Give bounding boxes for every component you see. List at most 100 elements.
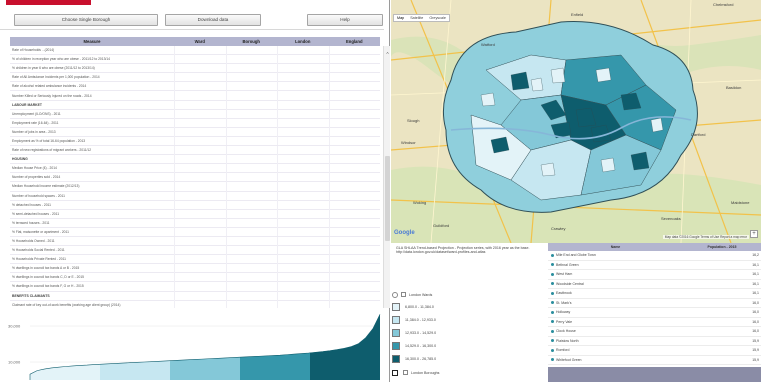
value-cell: [277, 281, 329, 291]
col-measure[interactable]: Measure: [10, 37, 174, 46]
value-cell: [225, 118, 278, 128]
ward-name: Mile End and Globe Town: [556, 253, 596, 258]
legend-wards-toggle[interactable]: London Wards: [392, 290, 432, 299]
section-label: LABOUR MARKET: [12, 102, 42, 107]
value-cell: [277, 127, 329, 137]
table-scrollbar[interactable]: ^: [383, 46, 390, 308]
value-cell: [174, 46, 226, 55]
value-cell: [225, 227, 278, 237]
legend-boroughs-label: London Boroughs: [411, 370, 440, 375]
value-cell: [225, 263, 278, 273]
value-cell: [328, 54, 381, 64]
map-credit[interactable]: Map data ©2016 Google Terms of Use Repor…: [662, 235, 749, 239]
help-button[interactable]: Help: [307, 14, 383, 26]
value-cell: [225, 236, 278, 246]
value-cell: [328, 227, 381, 237]
value-cell: [277, 236, 329, 246]
value-cell: [277, 145, 329, 155]
checkbox-icon[interactable]: [401, 292, 406, 297]
population-row[interactable]: Holloway 16,0: [548, 308, 761, 318]
legend-range-label: 12,933.0 - 14,529.0: [405, 330, 437, 335]
value-cell: [277, 227, 329, 237]
col-ward[interactable]: Ward: [174, 37, 226, 46]
population-value: 16,2: [752, 253, 759, 258]
population-row[interactable]: Mile End and Globe Town 16,2: [548, 251, 761, 261]
measure-label: % terraced houses - 2011: [12, 220, 50, 225]
measure-label: % semi-detached houses - 2011: [12, 211, 60, 216]
population-row[interactable]: Perry Vale 16,0: [548, 318, 761, 327]
value-cell: [225, 81, 278, 91]
col-name[interactable]: Name: [548, 243, 683, 251]
measure-label: % children in year 6 who are obese (2011…: [12, 66, 95, 71]
population-table-footer: [548, 367, 761, 382]
fullscreen-icon[interactable]: +: [750, 230, 758, 238]
place-label: Windsor: [401, 140, 416, 145]
ward-marker-icon: [551, 310, 554, 314]
population-table-header: Name Population - 2015: [548, 243, 761, 251]
ward-name: Bethnal Green: [556, 262, 579, 267]
col-england[interactable]: England: [329, 37, 381, 46]
map-view[interactable]: Map Satellite Greyscale Chelmsford Watfo…: [391, 0, 761, 243]
checkbox-icon[interactable]: [403, 370, 408, 375]
col-population[interactable]: Population - 2015: [683, 243, 761, 251]
population-row[interactable]: Bethnal Green 16,1: [548, 261, 761, 270]
value-cell: [328, 218, 381, 228]
value-cell: [328, 81, 381, 91]
place-label: Guildford: [433, 223, 450, 228]
value-cell: [328, 172, 381, 182]
ward-marker-icon: [551, 291, 554, 295]
radio-icon[interactable]: [392, 291, 398, 298]
col-london[interactable]: London: [277, 37, 329, 46]
map-type-map[interactable]: Map: [394, 15, 407, 21]
population-row[interactable]: Clock House 16,0: [548, 327, 761, 337]
value-cell: [277, 245, 329, 255]
google-logo: Google: [394, 230, 415, 236]
scroll-thumb[interactable]: [385, 156, 390, 241]
population-row[interactable]: Romford 15,9: [548, 346, 761, 356]
ward-name: Eastbrook: [556, 291, 572, 296]
col-borough[interactable]: Borough: [226, 37, 278, 46]
measure-label: Rate of All Ambulance Incidents per 1,00…: [12, 75, 100, 80]
ward-name: Whitefoot Green: [556, 357, 582, 362]
measure-label: Rate of Households ...(2014): [12, 48, 55, 53]
value-cell: [225, 245, 278, 255]
value-cell: [277, 291, 329, 301]
population-row[interactable]: West Ham 16,1: [548, 270, 761, 280]
legend-boroughs-toggle[interactable]: London Boroughs: [392, 368, 439, 377]
section-label: BENEFITS CLAIMANTS: [12, 293, 50, 298]
value-cell: [328, 127, 381, 137]
map-type-greyscale[interactable]: Greyscale: [426, 15, 449, 21]
map-type-control[interactable]: Map Satellite Greyscale: [393, 14, 450, 22]
place-label: Sevenoaks: [661, 216, 681, 221]
measure-label: Number of household spaces - 2011: [12, 193, 65, 198]
value-cell: [328, 154, 381, 164]
value-cell: [174, 100, 226, 110]
measure-label: % dwellings in council tax bands A or B …: [12, 266, 80, 271]
legend-swatch: [392, 315, 400, 324]
value-cell: [174, 163, 226, 173]
map-type-satellite[interactable]: Satellite: [407, 15, 426, 21]
value-cell: [328, 63, 381, 73]
place-label: Enfield: [571, 12, 584, 17]
value-cell: [328, 46, 381, 55]
measure-label: % dwellings in council tax bands F, G or…: [12, 284, 84, 289]
download-data-button[interactable]: Download data: [165, 14, 261, 26]
value-cell: [174, 218, 226, 228]
value-cell: [277, 72, 329, 82]
population-row[interactable]: Woodside Central 16,1: [548, 280, 761, 289]
population-row[interactable]: Whitefoot Green 15,9: [548, 356, 761, 365]
place-label: Chelmsford: [713, 2, 734, 7]
value-cell: [225, 136, 278, 146]
place-label: Basildon: [726, 85, 742, 90]
population-value: 16,0: [752, 300, 759, 305]
scroll-up-icon[interactable]: ^: [384, 52, 391, 58]
value-cell: [328, 136, 381, 146]
choose-borough-button[interactable]: Choose Single Borough: [14, 14, 158, 26]
population-row[interactable]: St. Mark's 16,0: [548, 299, 761, 308]
value-cell: [277, 109, 329, 119]
ward-name-cell: Romford: [548, 348, 683, 352]
population-row[interactable]: Plaistow North 15,9: [548, 337, 761, 346]
ward-map-svg[interactable]: [391, 0, 761, 243]
place-label: Dartford: [691, 132, 706, 137]
population-row[interactable]: Eastbrook 16,1: [548, 289, 761, 299]
